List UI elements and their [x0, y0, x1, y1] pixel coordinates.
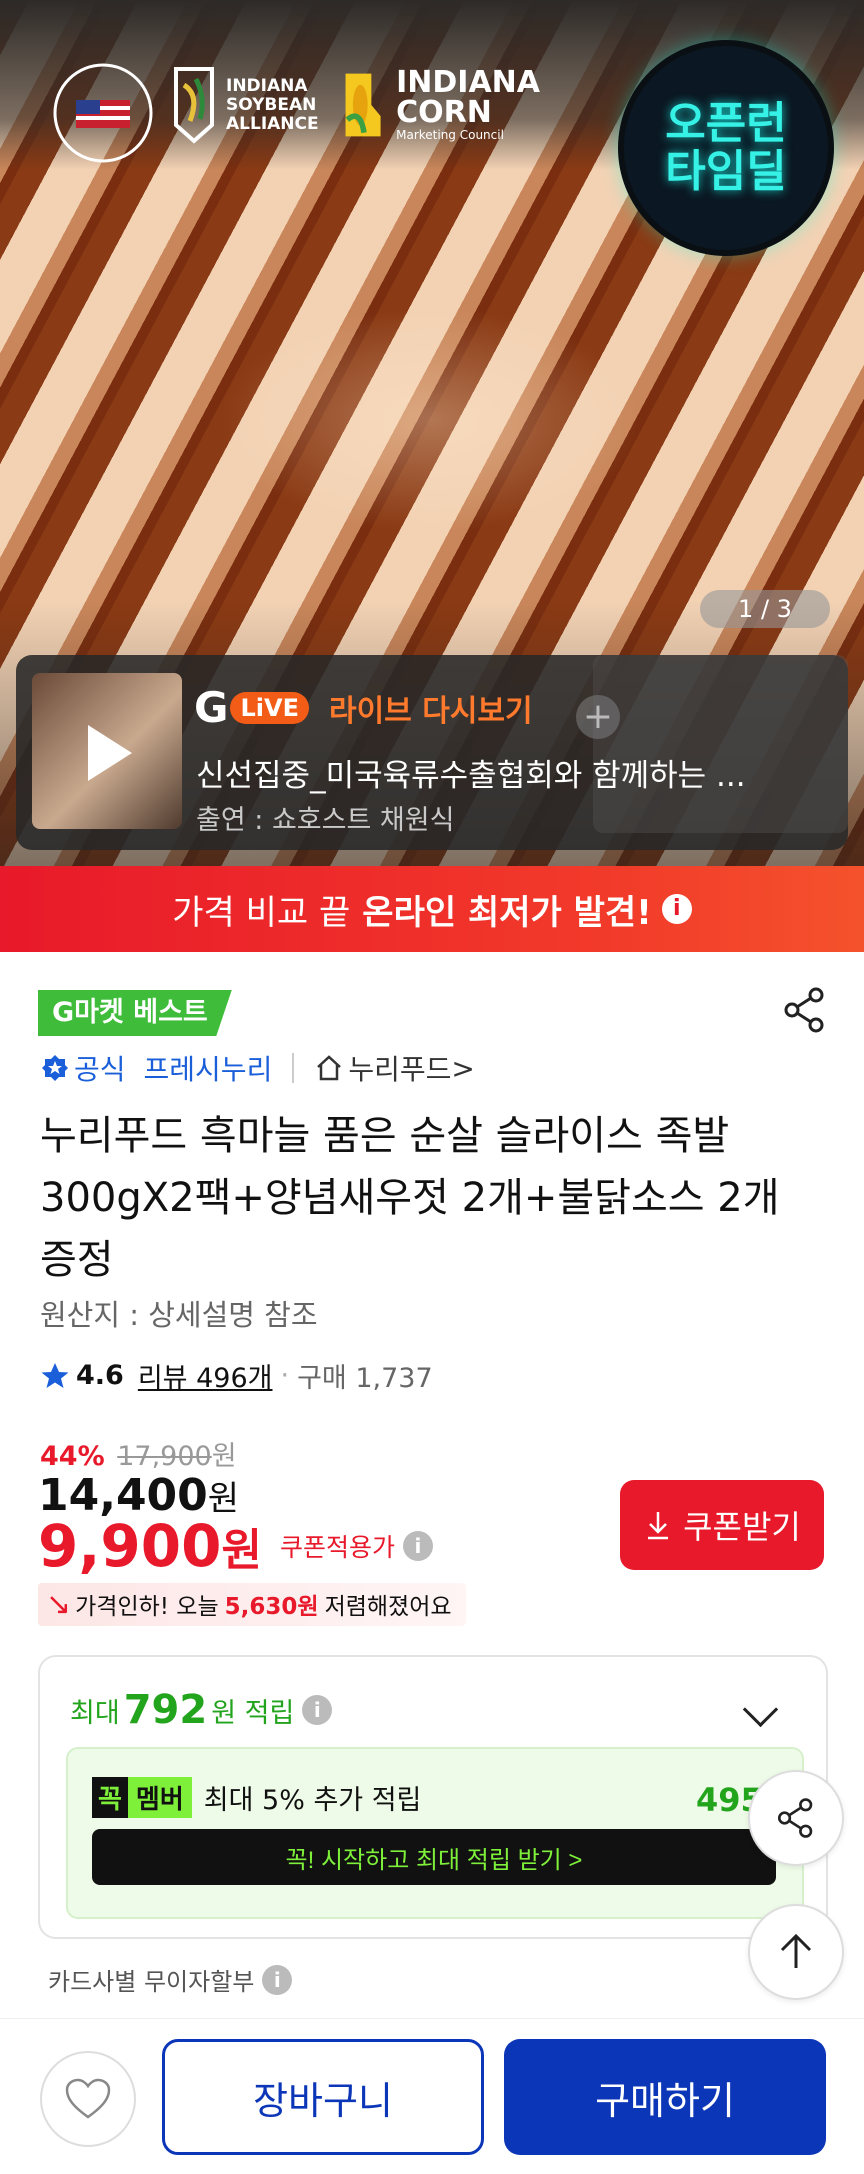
arrow-up-icon: [780, 1933, 812, 1968]
points-box: 최대 792 원 적립 i 꼭 멤버 최대 5% 추가 적립 495원 꼭! 시…: [38, 1655, 828, 1939]
star-icon: [41, 1362, 69, 1388]
list-price-unit: 원: [211, 1441, 237, 1472]
brand-tag[interactable]: 프레시누리: [144, 1048, 273, 1088]
price-drop-icon: ↘: [46, 1586, 72, 1622]
banner-highlight: 온라인 최저가 발견!: [362, 892, 652, 933]
next-thumbnail: [593, 655, 848, 833]
gmarket-best-badge: G마켓 베스트: [38, 990, 232, 1036]
live-replay-card[interactable]: + G LiVE 라이브 다시보기 신선집중_미국육류수출협회와 함께하는 ..…: [16, 655, 848, 850]
plus-icon: +: [576, 695, 620, 739]
home-icon: [317, 1055, 342, 1081]
membership-box: 꼭 멤버 최대 5% 추가 적립 495원 꼭! 시작하고 최대 적립 받기 >: [66, 1747, 804, 1919]
points-amount: 792: [123, 1687, 208, 1733]
origin-info: 원산지 : 상세설명 참조: [40, 1298, 318, 1332]
heart-icon: [65, 2078, 111, 2119]
purchase-count: 구매 1,737: [297, 1363, 433, 1394]
soy-line3: ALLIANCE: [226, 113, 319, 134]
points-prefix: 최대: [70, 1697, 120, 1729]
chevron-right-icon: >: [451, 1051, 475, 1085]
max-points: 최대 792 원 적립 i: [70, 1687, 333, 1733]
corn-line1: INDIANA: [396, 65, 540, 100]
download-icon: [648, 1512, 669, 1540]
share-icon: [777, 1798, 813, 1838]
list-price: 17,900: [117, 1441, 212, 1472]
info-icon[interactable]: i: [262, 1964, 293, 1995]
floating-share-button[interactable]: [748, 1770, 844, 1866]
product-title: 누리푸드 흑마늘 품은 순살 슬라이스 족발 300gX2팩+양념새우젓 2개+…: [40, 1113, 780, 1283]
info-icon[interactable]: i: [402, 1531, 433, 1561]
banner-prefix: 가격 비교 끝: [172, 892, 351, 933]
drop-prefix: 가격인하! 오늘: [75, 1594, 219, 1620]
official-badge-icon: [42, 1055, 68, 1081]
info-icon[interactable]: i: [661, 894, 692, 924]
coupon-button-label: 쿠폰받기: [683, 1509, 801, 1545]
drop-amount: 5,630원: [224, 1594, 319, 1620]
store-name: 누리푸드: [348, 1053, 452, 1086]
coupon-download-button[interactable]: 쿠폰받기: [620, 1480, 824, 1570]
corn-line2: CORN: [396, 95, 492, 130]
drop-suffix: 저렴해졌어요: [324, 1594, 452, 1620]
open-run-timedeal-badge: 오픈런 타임딜: [618, 40, 834, 256]
play-icon: [88, 725, 132, 781]
g-letter: G: [194, 683, 229, 732]
card-installment[interactable]: 카드사별 무이자할부 i: [48, 1962, 293, 1997]
soy-line1: INDIANA: [226, 75, 308, 96]
g-live-label: G LiVE 라이브 다시보기: [194, 683, 533, 732]
add-to-cart-button[interactable]: 장바구니: [162, 2039, 484, 2155]
chevron-down-icon[interactable]: [742, 1691, 779, 1728]
price-drop-notice: ↘ 가격인하! 오늘 5,630원 저렴해졌어요: [38, 1582, 466, 1626]
live-replay-label: 라이브 다시보기: [328, 693, 533, 729]
badge-line1: 오픈런: [665, 97, 787, 149]
seller-row: 공식 프레시누리 누리푸드 >: [40, 1048, 475, 1088]
points-suffix: 원 적립: [211, 1697, 295, 1729]
scroll-top-button[interactable]: [748, 1904, 844, 2000]
coupon-price-unit: 원: [221, 1525, 262, 1576]
live-thumbnail: [32, 673, 182, 829]
buy-now-button[interactable]: 구매하기: [504, 2039, 826, 2155]
lowest-price-banner[interactable]: 가격 비교 끝 온라인 최저가 발견! i: [0, 866, 864, 952]
kkok-label: 꼭: [92, 1777, 128, 1818]
share-icon[interactable]: [780, 985, 830, 1035]
live-pill: LiVE: [230, 691, 309, 724]
membership-row: 꼭 멤버 최대 5% 추가 적립: [92, 1777, 421, 1818]
live-title: 신선집중_미국육류수출협회와 함께하는 ...: [196, 758, 746, 794]
rating-row: 4.6 리뷰 496개 · 구매 1,737: [40, 1356, 433, 1395]
indiana-soybean-logo: INDIANA SOYBEAN ALLIANCE: [170, 60, 320, 150]
member-text: 최대 5% 추가 적립: [203, 1785, 422, 1816]
store-link[interactable]: 누리푸드 >: [314, 1048, 475, 1088]
installment-label: 카드사별 무이자할부: [48, 1968, 255, 1996]
discount-row: 44% 17,900원: [40, 1434, 237, 1473]
info-icon[interactable]: i: [302, 1695, 333, 1725]
member-label: 멤버: [127, 1777, 192, 1818]
indiana-corn-logo: INDIANA CORN Marketing Council: [340, 60, 540, 150]
badge-line2: 타임딜: [665, 146, 787, 197]
divider: [292, 1053, 295, 1083]
membership-start-button[interactable]: 꼭! 시작하고 최대 적립 받기 >: [92, 1829, 776, 1885]
wishlist-button[interactable]: [40, 2051, 136, 2147]
coupon-price-value: 9,900: [38, 1512, 222, 1580]
usmeat-logo: [48, 58, 158, 168]
bottom-action-bar: 장바구니 구매하기: [0, 2018, 864, 2174]
soy-line2: SOYBEAN: [226, 94, 317, 115]
rating-score: 4.6: [76, 1360, 124, 1391]
live-host: 출연 : 쇼호스트 채원식: [196, 805, 455, 836]
discount-percent: 44%: [40, 1441, 105, 1472]
official-label: 공식: [74, 1053, 126, 1086]
dot-separator: ·: [280, 1360, 290, 1391]
carousel-page-indicator: 1 / 3: [700, 590, 830, 628]
review-link[interactable]: 리뷰 496개: [138, 1356, 273, 1395]
coupon-price: 9,900 원 쿠폰적용가 i: [38, 1512, 433, 1580]
coupon-price-label: 쿠폰적용가: [279, 1533, 395, 1562]
product-image-carousel[interactable]: INDIANA SOYBEAN ALLIANCE INDIANA CORN Ma…: [0, 0, 864, 866]
corn-line3: Marketing Council: [396, 128, 504, 142]
